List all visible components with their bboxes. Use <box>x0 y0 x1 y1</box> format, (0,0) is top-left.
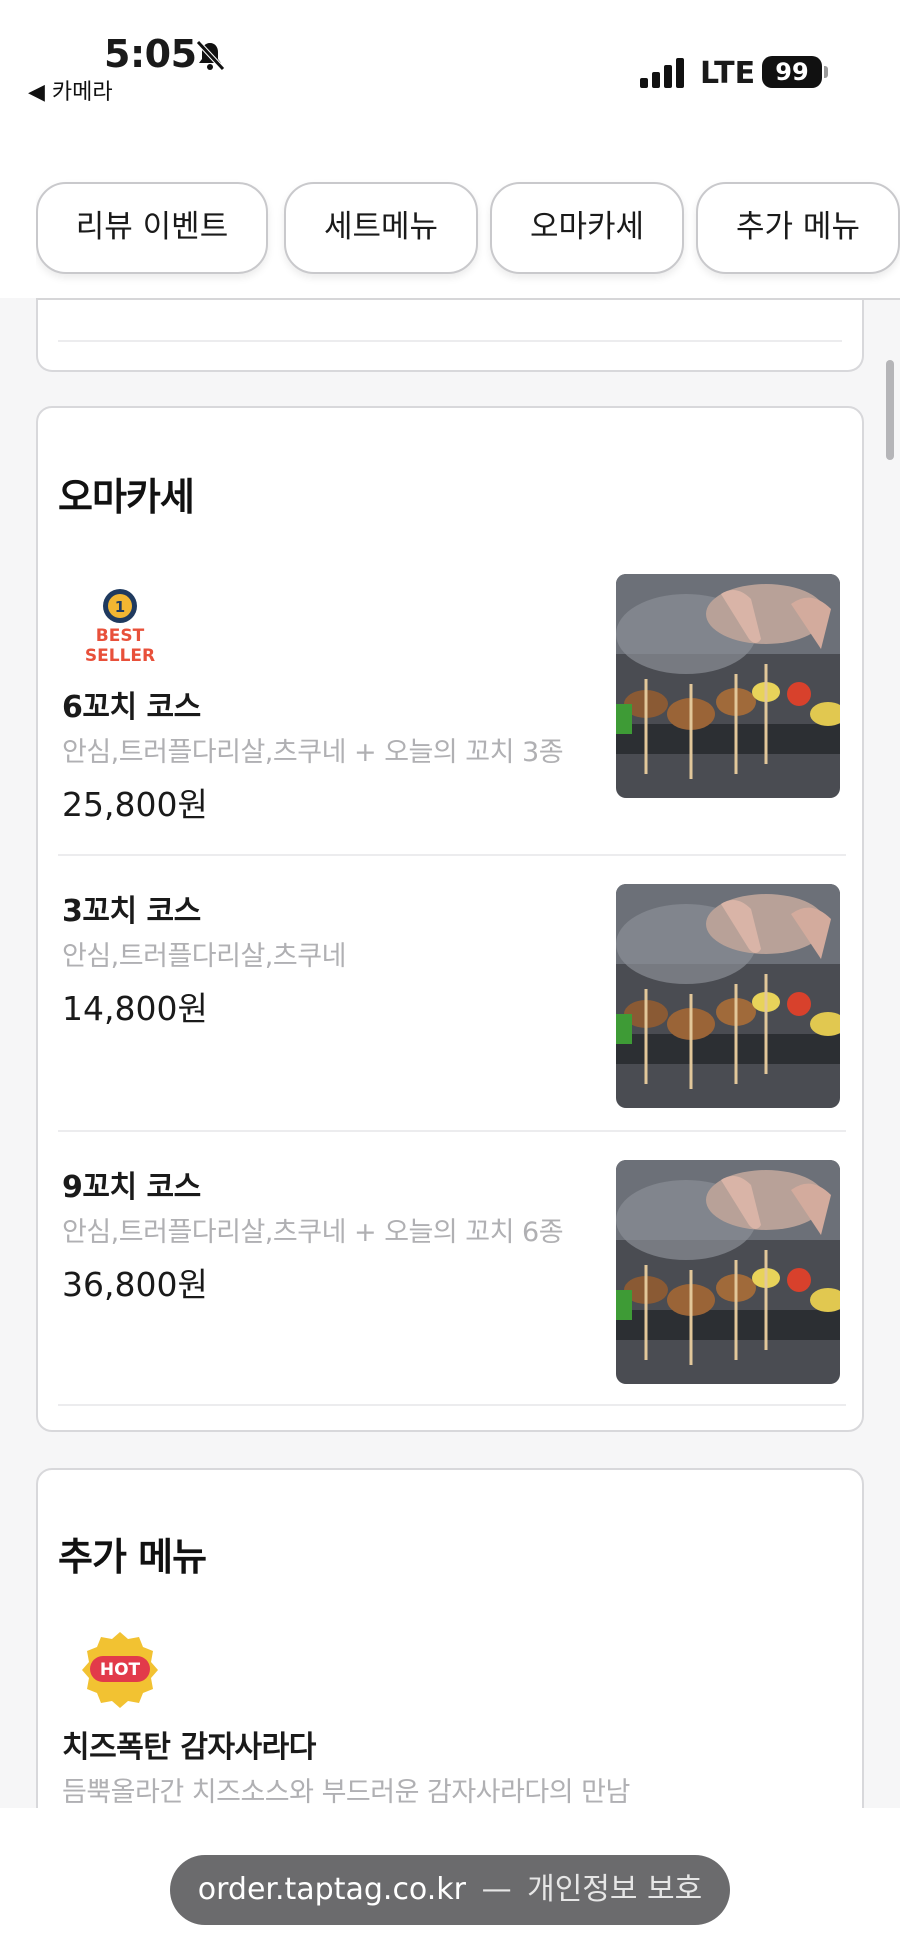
url-domain: order.taptag.co.kr <box>197 1872 467 1907</box>
bell-slash-icon <box>196 40 225 71</box>
svg-text:1: 1 <box>115 598 125 616</box>
menu-item-price: 36,800원 <box>62 1265 208 1304</box>
privacy-label: 개인정보 보호 <box>527 1872 703 1907</box>
section-title: 오마카세 <box>58 475 195 519</box>
tab-omakase[interactable]: 오마카세 <box>490 182 684 274</box>
status-time: 5:05 <box>104 32 197 76</box>
tab-set-menu[interactable]: 세트메뉴 <box>284 182 478 274</box>
page-left-edge <box>0 138 36 298</box>
menu-item-photo <box>616 574 840 798</box>
menu-item-description: 안심,트러플다리살,츠쿠네 <box>62 941 346 972</box>
battery-icon: 99 <box>762 56 822 88</box>
menu-item-name: 3꼬치 코스 <box>62 894 201 929</box>
cellular-signal-icon <box>640 58 684 88</box>
address-bar[interactable]: order.taptag.co.kr — 개인정보 보호 <box>170 1855 730 1925</box>
tab-review-event[interactable]: 리뷰 이벤트 <box>36 182 268 274</box>
previous-section-card <box>36 300 864 372</box>
section-title: 추가 메뉴 <box>58 1535 207 1579</box>
menu-item[interactable]: 9꼬치 코스 안심,트러플다리살,츠쿠네 + 오늘의 꼬치 6종 36,800원 <box>38 1132 862 1408</box>
hot-badge-icon: HOT <box>82 1632 158 1708</box>
menu-item[interactable]: 3꼬치 코스 안심,트러플다리살,츠쿠네 14,800원 <box>38 856 862 1132</box>
menu-item-price: 25,800원 <box>62 785 208 824</box>
menu-item-description: 듬뿍올라간 치즈소스와 부드러운 감자사라다의 만남 <box>62 1777 630 1808</box>
network-type: LTE <box>700 56 756 91</box>
tab-extra-menu[interactable]: 추가 메뉴 <box>696 182 900 274</box>
menu-item-photo <box>616 884 840 1108</box>
back-to-app-link[interactable]: ◀ 카메라 <box>28 74 113 106</box>
menu-item[interactable]: 1 BEST SELLER 6꼬치 코스 안심,트러플다리살,츠쿠네 + 오늘의… <box>38 568 862 830</box>
omakase-section: 오마카세 1 BEST SELLER 6꼬치 코스 안심,트러플다리살,츠쿠네 … <box>36 406 864 1432</box>
menu-item-photo <box>616 1160 840 1384</box>
scrollbar[interactable] <box>886 360 894 460</box>
best-seller-medal-icon: 1 BEST SELLER <box>85 589 155 666</box>
category-tab-strip: 리뷰 이벤트 세트메뉴 오마카세 추가 메뉴 <box>36 138 900 300</box>
svg-text:BEST: BEST <box>96 626 145 646</box>
url-separator: — <box>481 1872 512 1907</box>
menu-item-name: 6꼬치 코스 <box>62 690 201 725</box>
battery-tip <box>824 66 828 78</box>
svg-text:SELLER: SELLER <box>85 646 155 666</box>
section-divider <box>58 340 842 342</box>
menu-item-name: 치즈폭탄 감자사라다 <box>62 1730 316 1765</box>
menu-item-name: 9꼬치 코스 <box>62 1170 201 1205</box>
menu-item-description: 안심,트러플다리살,츠쿠네 + 오늘의 꼬치 3종 <box>62 737 564 768</box>
svg-text:HOT: HOT <box>100 1660 141 1680</box>
status-bar: 5:05 ◀ 카메라 LTE 99 <box>0 0 900 138</box>
menu-item-description: 안심,트러플다리살,츠쿠네 + 오늘의 꼬치 6종 <box>62 1217 564 1248</box>
menu-item-price: 14,800원 <box>62 989 208 1028</box>
item-divider <box>58 1404 846 1406</box>
